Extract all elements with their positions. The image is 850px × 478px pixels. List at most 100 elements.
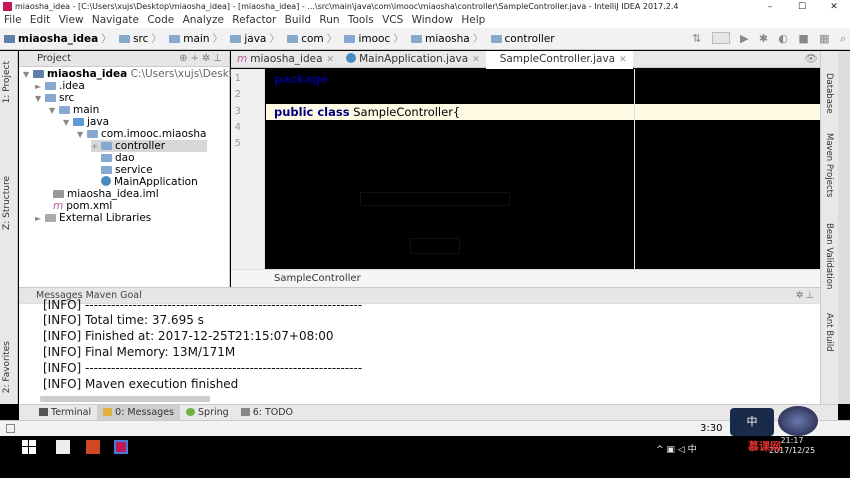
coverage-icon[interactable]: ◐ [778,28,788,50]
tool-tab-project[interactable]: 1: Project [2,61,12,103]
project-panel-title[interactable]: Project [37,53,71,64]
tree-item-iml[interactable]: miaosha_idea.iml [53,188,159,200]
tree-item-main[interactable]: ▼ main [49,104,99,116]
menu-file[interactable]: File [4,14,22,26]
breadcrumb-controller[interactable]: controller [490,28,555,50]
terminal-icon [39,408,48,416]
windows-start-icon[interactable] [22,440,36,454]
imooc-watermark: 中 慕课网 [730,402,840,453]
close-tab-icon[interactable]: ✕ [619,55,627,65]
search-icon[interactable]: ⌕ [840,28,846,50]
collapse-icon[interactable]: ÷ [191,53,202,64]
caret-position[interactable]: 3:30 [700,421,722,437]
breadcrumb-project[interactable]: miaosha_idea [4,28,98,50]
maximize-button[interactable]: ☐ [786,1,818,13]
volume-icon[interactable]: ◁ [678,445,685,455]
tool-tab-bean-validation[interactable]: Bean Validation [824,223,834,289]
tray-up-icon[interactable]: ^ [656,445,664,455]
sync-icon[interactable]: ⊕ [179,53,190,64]
close-tab-icon[interactable]: ✕ [327,55,335,65]
folder-icon [287,35,299,43]
build-icon[interactable]: ⇅ [692,28,701,50]
tree-item-root[interactable]: ▼ miaosha_idea C:\Users\xujs\Desktop [23,68,246,80]
tab-miaosha-idea[interactable]: m miaosha_idea ✕ [231,51,340,69]
message-line: [INFO] Final Memory: 13M/171M [43,345,236,359]
tree-item-dao[interactable]: dao [101,152,135,164]
menu-navigate[interactable]: Navigate [92,14,139,26]
ghost-name-field: SampleController [360,192,510,206]
menu-tools[interactable]: Tools [348,14,374,26]
breadcrumb-src[interactable]: src [119,28,148,50]
tree-item-service[interactable]: service [101,164,153,176]
tree-item-controller[interactable]: + controller [91,140,207,152]
menu-help[interactable]: Help [461,14,485,26]
tool-tab-database[interactable]: Database [824,73,834,114]
maven-file-icon: m [53,200,64,212]
tree-item-package[interactable]: ▼ com.imooc.miaosha [77,128,206,140]
minimize-button[interactable]: – [754,1,786,13]
toggle-panels-icon[interactable] [6,424,15,433]
menu-build[interactable]: Build [285,14,311,26]
editor-tabs: m miaosha_idea ✕ MainApplication.java ✕ Sampl… [231,51,820,69]
maven-file-icon: m [237,53,248,65]
tool-tab-structure[interactable]: Z: Structure [2,176,12,230]
menu-view[interactable]: View [59,14,84,26]
left-tool-strip: 1: Project Z: Structure 2: Favorites [0,51,18,404]
package-icon [101,154,112,162]
tree-item-external-libraries[interactable]: ► External Libraries [35,212,151,224]
mascot-image [778,406,818,436]
menu-edit[interactable]: Edit [30,14,50,26]
tree-item-java[interactable]: ▼ java [63,116,109,128]
horizontal-scrollbar[interactable] [40,396,210,402]
close-window-button[interactable]: ✕ [818,1,850,13]
ghost-cancel-button: Cancel [479,238,511,248]
hide-icon[interactable]: ⊥ [213,53,225,64]
menu-code[interactable]: Code [147,14,174,26]
breadcrumb-miaosha[interactable]: miaosha [411,28,470,50]
powerpoint-taskbar-icon[interactable] [86,440,100,454]
gear-icon[interactable]: ✲ [202,53,213,64]
close-tab-icon[interactable]: ✕ [472,55,480,65]
code-line-1: package com.imooc.miaosha.controller; [274,72,510,86]
breadcrumb-class[interactable]: SampleController [274,273,361,284]
tool-tab-favorites[interactable]: 2: Favorites [2,341,12,393]
breadcrumb-main[interactable]: main [169,28,210,50]
tab-mainapplication[interactable]: MainApplication.java ✕ [340,51,486,69]
network-icon[interactable]: ▣ [666,445,675,455]
intellij-taskbar-icon[interactable] [114,440,128,454]
menu-run[interactable]: Run [319,14,339,26]
bottom-tool-tabs: Terminal 0: Messages Spring 6: TODO [19,404,838,421]
project-structure-icon[interactable]: ▦ [819,28,829,50]
breadcrumb-com[interactable]: com [287,28,324,50]
eye-icon[interactable]: 👁 [805,51,818,68]
menu-window[interactable]: Window [412,14,453,26]
window-edge [838,51,850,404]
tree-item-src[interactable]: ▼ src [35,92,74,104]
run-icon[interactable]: ▶ [740,28,748,50]
menu-vcs[interactable]: VCS [382,14,403,26]
run-config-dropdown[interactable] [711,32,730,44]
bottom-tab-messages[interactable]: 0: Messages [97,405,181,421]
bottom-tab-spring[interactable]: Spring [180,405,235,421]
notepad-taskbar-icon[interactable] [56,440,70,454]
windows-taskbar: ^ ▣ ◁ 中 21:17 2017/12/25 [0,436,850,478]
bottom-tab-terminal[interactable]: Terminal [33,405,97,421]
folder-icon [490,35,502,43]
breadcrumb-imooc[interactable]: imooc [344,28,390,50]
tree-item-mainapplication[interactable]: MainApplication [101,176,198,188]
tree-item-pom[interactable]: m pom.xml [53,200,112,212]
folder-icon [59,106,70,114]
stop-icon[interactable]: ■ [798,28,808,50]
ime-indicator[interactable]: 中 [688,445,697,455]
tool-tab-ant-build[interactable]: Ant Build [824,313,834,352]
tree-item-idea[interactable]: ► .idea [35,80,85,92]
gear-icon[interactable]: ✲ [796,290,806,301]
bottom-tab-todo[interactable]: 6: TODO [235,405,299,421]
hide-icon[interactable]: ⊥ [806,290,816,301]
tool-tab-maven-projects[interactable]: Maven Projects [824,133,834,197]
tab-samplecontroller[interactable]: SampleController.java ✕ [485,51,633,69]
debug-icon[interactable]: ✱ [759,28,768,50]
menu-analyze[interactable]: Analyze [183,14,224,26]
menu-refactor[interactable]: Refactor [232,14,276,26]
breadcrumb-java[interactable]: java [230,28,266,50]
